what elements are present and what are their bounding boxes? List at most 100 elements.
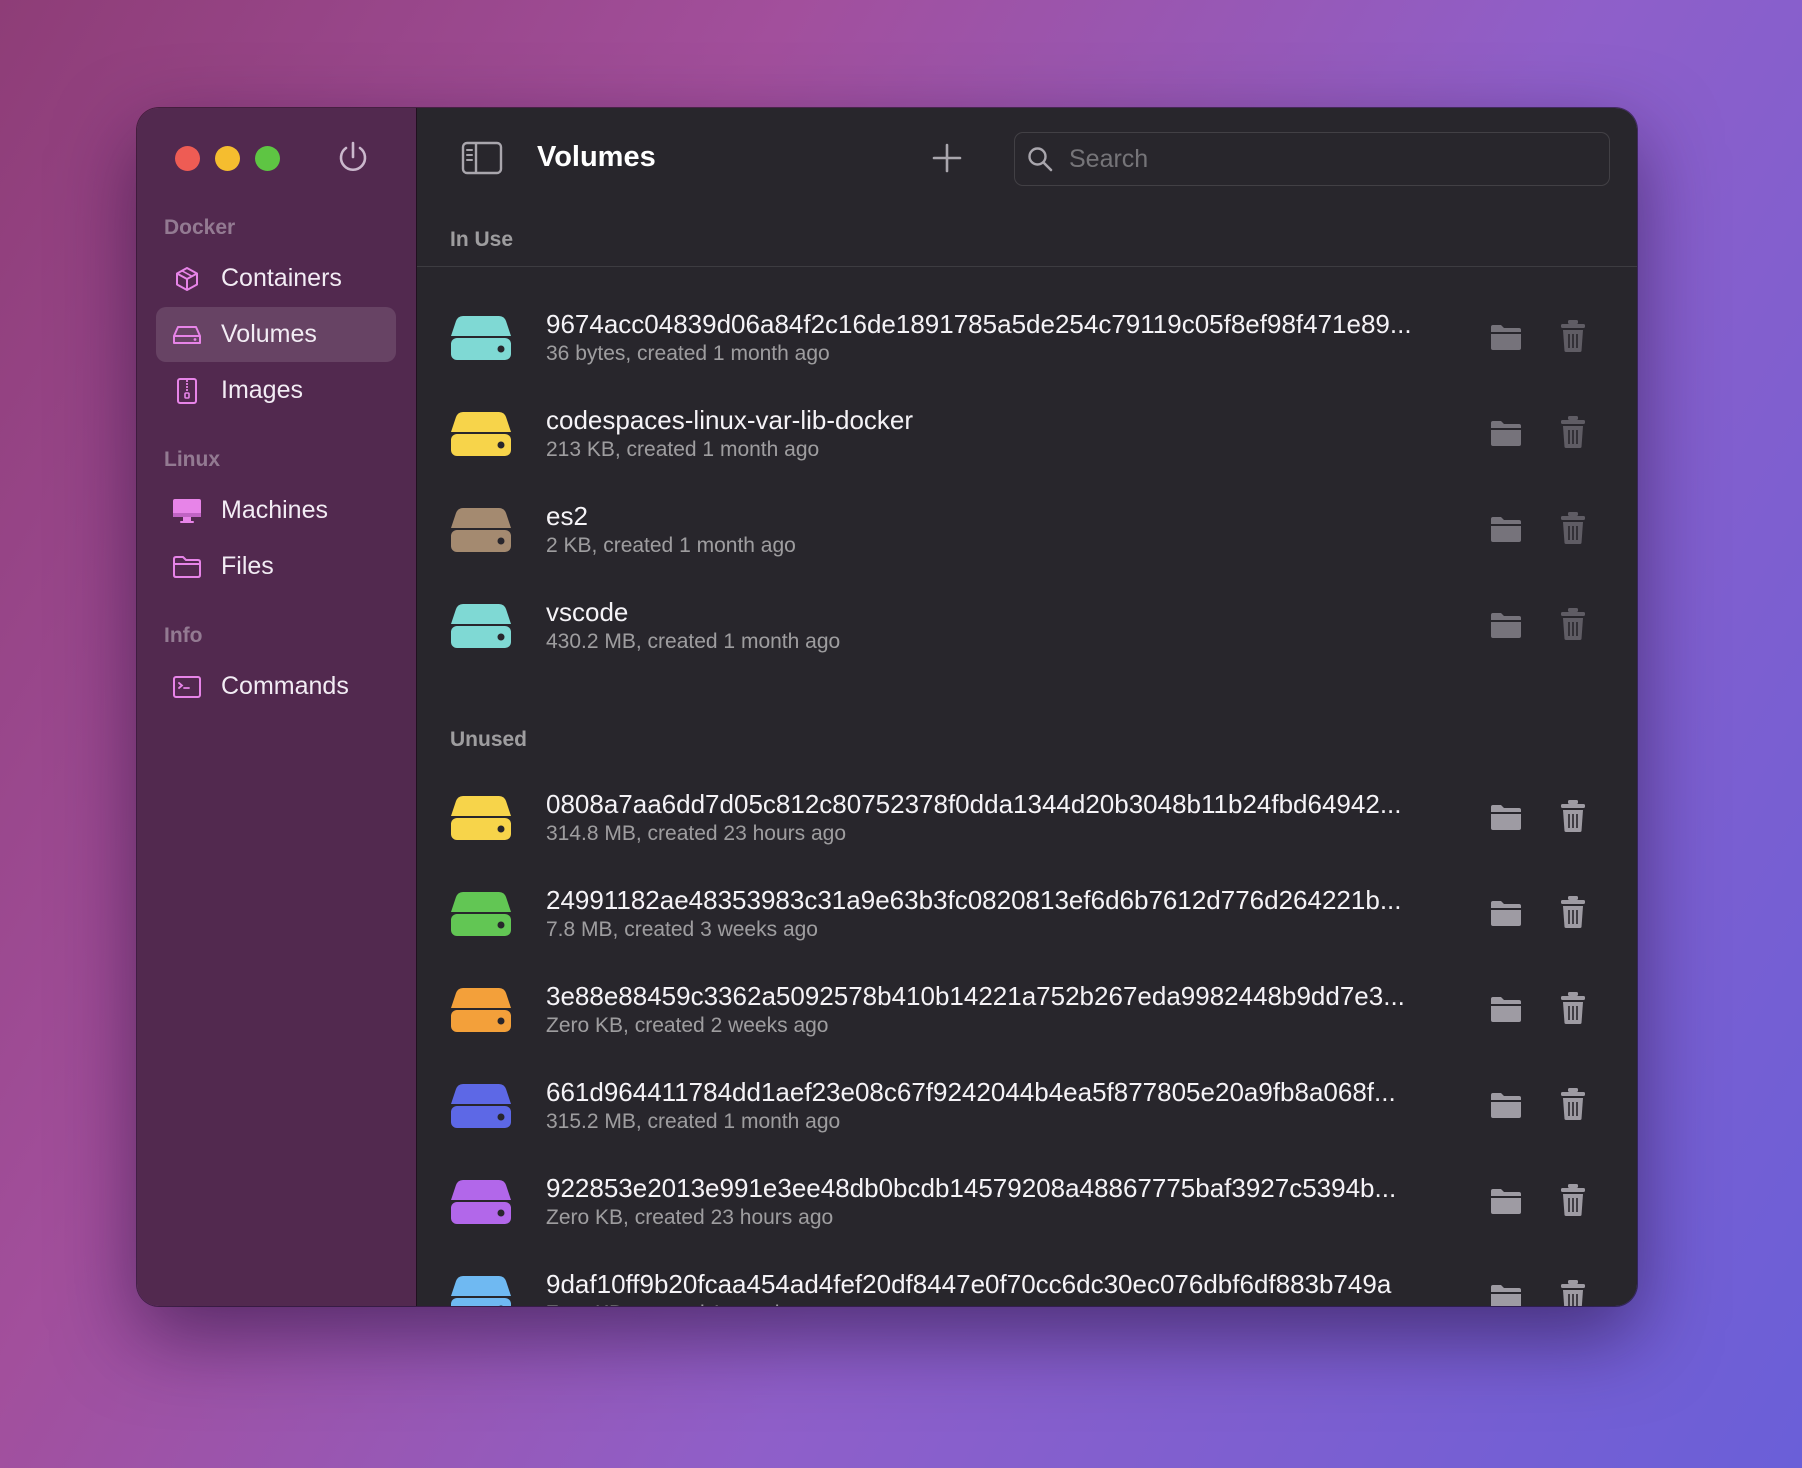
volume-meta: 36 bytes, created 1 month ago [546, 342, 830, 365]
sidebar-item-label: Containers [221, 264, 342, 292]
trash-icon [1559, 1280, 1587, 1306]
open-folder-button[interactable] [1489, 322, 1523, 352]
open-folder-button[interactable] [1489, 1186, 1523, 1216]
volume-row[interactable]: 9daf10ff9b20fcaa454ad4fef20df8447e0f70cc… [417, 1254, 1637, 1306]
close-window-button[interactable] [175, 146, 200, 171]
volume-row[interactable]: 9674acc04839d06a84f2c16de1891785a5de254c… [417, 294, 1637, 390]
volume-drive-icon [449, 1080, 513, 1132]
volume-row[interactable]: vscode 430.2 MB, created 1 month ago [417, 582, 1637, 678]
volume-row[interactable]: 922853e2013e991e3ee48db0bcdb14579208a488… [417, 1158, 1637, 1254]
volume-row[interactable]: 0808a7aa6dd7d05c812c80752378f0dda1344d20… [417, 774, 1637, 870]
folder-icon [1489, 517, 1523, 548]
volume-meta: 213 KB, created 1 month ago [546, 438, 820, 461]
sidebar-item-machines[interactable]: Machines [156, 483, 396, 538]
power-button[interactable] [333, 138, 373, 178]
archive-icon [172, 376, 202, 406]
sidebar-item-label: Commands [221, 672, 349, 700]
toolbar: Volumes [417, 108, 1637, 208]
volume-name: 24991182ae48353983c31a9e63b3fc0820813ef6… [546, 885, 1402, 915]
section-label-docker: Docker [164, 216, 236, 239]
sidebar-item-commands[interactable]: Commands [156, 659, 396, 714]
add-volume-button[interactable] [927, 138, 967, 178]
trash-icon [1559, 416, 1587, 454]
folder-icon [1489, 421, 1523, 452]
delete-volume-button[interactable] [1559, 798, 1587, 834]
power-icon [339, 141, 367, 171]
sidebar-item-containers[interactable]: Containers [156, 251, 396, 306]
open-folder-button[interactable] [1489, 610, 1523, 640]
folder-icon [1489, 325, 1523, 356]
trash-icon [1559, 512, 1587, 550]
volume-row[interactable]: es2 2 KB, created 1 month ago [417, 486, 1637, 582]
delete-volume-button[interactable] [1559, 414, 1587, 450]
window-controls [175, 146, 280, 171]
sidebar-item-volumes[interactable]: Volumes [156, 307, 396, 362]
maximize-window-button[interactable] [255, 146, 280, 171]
volume-name: 9674acc04839d06a84f2c16de1891785a5de254c… [546, 309, 1412, 339]
sidebar-item-label: Files [221, 552, 274, 580]
folder-icon [1489, 997, 1523, 1028]
delete-volume-button[interactable] [1559, 318, 1587, 354]
volume-drive-icon [449, 1176, 513, 1228]
delete-volume-button[interactable] [1559, 606, 1587, 642]
folder-icon [1489, 1093, 1523, 1124]
volume-meta: Zero KB, created 23 hours ago [546, 1206, 834, 1229]
sidebar-toggle-icon [461, 141, 503, 175]
delete-volume-button[interactable] [1559, 990, 1587, 1026]
trash-icon [1559, 1184, 1587, 1222]
volume-meta: Zero KB, created 2 weeks ago [546, 1014, 829, 1037]
page-title: Volumes [537, 141, 656, 173]
trash-icon [1559, 320, 1587, 358]
terminal-icon [172, 672, 202, 702]
volume-row[interactable]: codespaces-linux-var-lib-docker 213 KB, c… [417, 390, 1637, 486]
volume-drive-icon [449, 504, 513, 556]
volume-name: 3e88e88459c3362a5092578b410b14221a752b26… [546, 981, 1405, 1011]
volume-drive-icon [449, 600, 513, 652]
trash-icon [1559, 608, 1587, 646]
volume-name: 922853e2013e991e3ee48db0bcdb14579208a488… [546, 1173, 1397, 1203]
open-folder-button[interactable] [1489, 802, 1523, 832]
drive-icon [172, 320, 202, 350]
folder-icon [1489, 805, 1523, 836]
app-window: Docker Containers Volumes Images Linux M [137, 108, 1637, 1306]
volume-row[interactable]: 3e88e88459c3362a5092578b410b14221a752b26… [417, 966, 1637, 1062]
sidebar-item-label: Images [221, 376, 303, 404]
volume-drive-icon [449, 792, 513, 844]
volume-meta: 2 KB, created 1 month ago [546, 534, 796, 557]
open-folder-button[interactable] [1489, 1090, 1523, 1120]
delete-volume-button[interactable] [1559, 510, 1587, 546]
volume-drive-icon [449, 312, 513, 364]
delete-volume-button[interactable] [1559, 1278, 1587, 1306]
delete-volume-button[interactable] [1559, 1086, 1587, 1122]
volume-meta: 315.2 MB, created 1 month ago [546, 1110, 841, 1133]
open-folder-button[interactable] [1489, 994, 1523, 1024]
volume-meta: Zero KB, created 1 month ago [546, 1302, 827, 1306]
folder-icon [1489, 901, 1523, 932]
volume-row[interactable]: 661d964411784dd1aef23e08c67f9242044b4ea5… [417, 1062, 1637, 1158]
section-label-info: Info [164, 624, 203, 647]
plus-icon [932, 143, 962, 173]
volume-meta: 430.2 MB, created 1 month ago [546, 630, 841, 653]
volume-drive-icon [449, 888, 513, 940]
delete-volume-button[interactable] [1559, 1182, 1587, 1218]
sidebar-item-images[interactable]: Images [156, 363, 396, 418]
open-folder-button[interactable] [1489, 898, 1523, 928]
folder-icon [1489, 1285, 1523, 1306]
divider [417, 266, 1637, 267]
search-input[interactable] [1069, 144, 1589, 174]
open-folder-button[interactable] [1489, 1282, 1523, 1306]
minimize-window-button[interactable] [215, 146, 240, 171]
volume-row[interactable]: 24991182ae48353983c31a9e63b3fc0820813ef6… [417, 870, 1637, 966]
folder-icon [1489, 613, 1523, 644]
volume-name: 661d964411784dd1aef23e08c67f9242044b4ea5… [546, 1077, 1396, 1107]
trash-icon [1559, 1088, 1587, 1126]
volume-meta: 7.8 MB, created 3 weeks ago [546, 918, 818, 941]
delete-volume-button[interactable] [1559, 894, 1587, 930]
open-folder-button[interactable] [1489, 418, 1523, 448]
open-folder-button[interactable] [1489, 514, 1523, 544]
sidebar-toggle-button[interactable] [461, 141, 503, 175]
trash-icon [1559, 800, 1587, 838]
volume-name: es2 [546, 501, 588, 531]
volume-name: 0808a7aa6dd7d05c812c80752378f0dda1344d20… [546, 789, 1402, 819]
sidebar-item-files[interactable]: Files [156, 539, 396, 594]
